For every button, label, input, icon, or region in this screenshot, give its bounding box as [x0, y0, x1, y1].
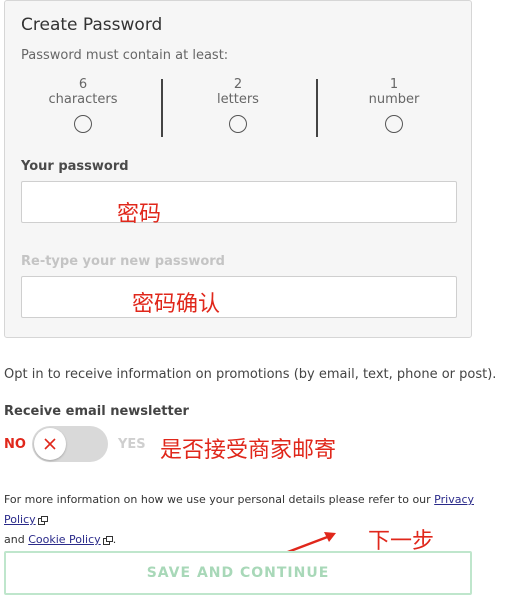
retype-password-label: Re-type your new password	[21, 254, 225, 269]
requirement-unit: letters	[217, 92, 259, 107]
close-icon	[44, 438, 56, 450]
info-and: and	[4, 533, 25, 546]
requirement-status-icon	[74, 115, 92, 133]
panel-title: Create Password	[21, 15, 163, 35]
password-field[interactable]	[21, 181, 457, 223]
toggle-knob[interactable]	[34, 428, 66, 460]
annotation-password: 密码	[117, 202, 162, 227]
external-link-icon	[37, 515, 48, 525]
create-password-panel: Create Password Password must contain at…	[4, 0, 472, 338]
requirement-count: 2	[233, 77, 243, 92]
retype-password-input[interactable]	[22, 277, 456, 317]
toggle-yes-label: YES	[118, 437, 146, 452]
requirement-divider	[161, 79, 163, 137]
save-and-continue-button[interactable]: SAVE AND CONTINUE	[4, 551, 472, 595]
retype-password-field[interactable]	[21, 276, 457, 318]
annotation-newsletter: 是否接受商家邮寄	[160, 438, 337, 463]
requirements-intro: Password must contain at least:	[21, 48, 229, 63]
requirement-count: 1	[389, 77, 399, 92]
newsletter-toggle[interactable]	[32, 426, 108, 462]
newsletter-label: Receive email newsletter	[4, 404, 189, 419]
info-text: For more information on how we use your …	[4, 493, 431, 506]
password-input[interactable]	[22, 182, 456, 222]
requirement-unit: number	[368, 92, 420, 107]
optin-text: Opt in to receive information on promoti…	[4, 367, 497, 382]
requirement-count: 6	[78, 77, 88, 92]
info-end: .	[112, 533, 117, 546]
toggle-no-label: NO	[4, 437, 26, 452]
requirement-number: 1 number	[334, 77, 454, 133]
requirement-status-icon	[229, 115, 247, 133]
requirement-status-icon	[385, 115, 403, 133]
cookie-policy-link[interactable]: Cookie Policy	[28, 533, 100, 546]
requirement-divider	[316, 79, 318, 137]
requirement-unit: characters	[48, 92, 118, 107]
password-label: Your password	[21, 159, 129, 174]
requirement-letters: 2 letters	[178, 77, 298, 133]
external-link-icon	[102, 535, 113, 545]
requirement-characters: 6 characters	[23, 77, 143, 133]
annotation-retype: 密码确认	[132, 292, 221, 317]
